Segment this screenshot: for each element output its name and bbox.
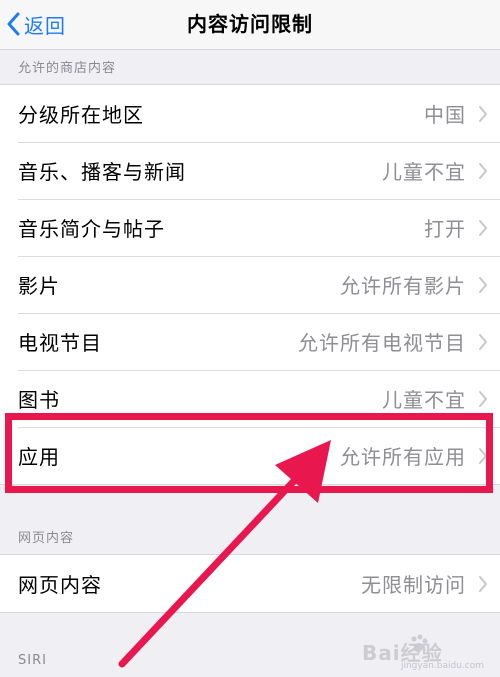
row-value: 允许所有电视节目 xyxy=(298,331,466,355)
row-web-content[interactable]: 网页内容 无限制访问 xyxy=(0,555,500,612)
row-value: 允许所有影片 xyxy=(340,274,466,298)
row-label: 电视节目 xyxy=(18,331,102,355)
chevron-right-icon xyxy=(479,276,487,293)
section-header-siri: SIRI xyxy=(18,653,47,668)
row-apps[interactable]: 应用 允许所有应用 xyxy=(0,427,500,484)
section-header-store-content: 允许的商店内容 xyxy=(18,61,117,76)
row-value: 中国 xyxy=(424,103,466,127)
chevron-right-icon xyxy=(479,390,487,407)
page-title: 内容访问限制 xyxy=(187,12,313,36)
row-label: 网页内容 xyxy=(18,573,102,597)
row-movies[interactable]: 影片 允许所有影片 xyxy=(0,256,500,313)
row-label: 影片 xyxy=(18,274,60,298)
row-label: 音乐简介与帖子 xyxy=(18,217,165,241)
row-value: 打开 xyxy=(424,217,466,241)
row-music-profiles-posts[interactable]: 音乐简介与帖子 打开 xyxy=(0,199,500,256)
row-value: 无限制访问 xyxy=(361,573,466,597)
row-music-podcasts-news[interactable]: 音乐、播客与新闻 儿童不宜 xyxy=(0,142,500,199)
row-value: 儿童不宜 xyxy=(382,160,466,184)
row-label: 音乐、播客与新闻 xyxy=(18,160,186,184)
watermark-text: Bai经验 xyxy=(362,641,443,665)
store-content-group: 分级所在地区 中国 音乐、播客与新闻 儿童不宜 音乐简介与帖子 打开 影片 允许… xyxy=(0,84,500,485)
row-label: 分级所在地区 xyxy=(18,103,144,127)
row-label: 图书 xyxy=(18,388,60,412)
row-value: 儿童不宜 xyxy=(382,388,466,412)
paw-icon xyxy=(411,634,428,651)
chevron-right-icon xyxy=(479,219,487,236)
section-header-web-content: 网页内容 xyxy=(18,531,75,546)
row-rating-region[interactable]: 分级所在地区 中国 xyxy=(0,85,500,142)
row-tv-shows[interactable]: 电视节目 允许所有电视节目 xyxy=(0,313,500,370)
row-value: 允许所有应用 xyxy=(340,445,466,469)
chevron-right-icon xyxy=(479,162,487,179)
watermark-sub: jingyan.baidu.com xyxy=(400,661,484,671)
navigation-bar: 返回 内容访问限制 xyxy=(0,0,500,50)
chevron-right-icon xyxy=(479,575,487,592)
chevron-right-icon xyxy=(479,333,487,350)
row-label: 应用 xyxy=(18,445,60,469)
web-content-group: 网页内容 无限制访问 xyxy=(0,554,500,613)
chevron-right-icon xyxy=(479,105,487,122)
watermark: Bai经验 jingyan.baidu.com xyxy=(356,631,486,671)
row-books[interactable]: 图书 儿童不宜 xyxy=(0,370,500,427)
chevron-right-icon xyxy=(479,447,487,464)
